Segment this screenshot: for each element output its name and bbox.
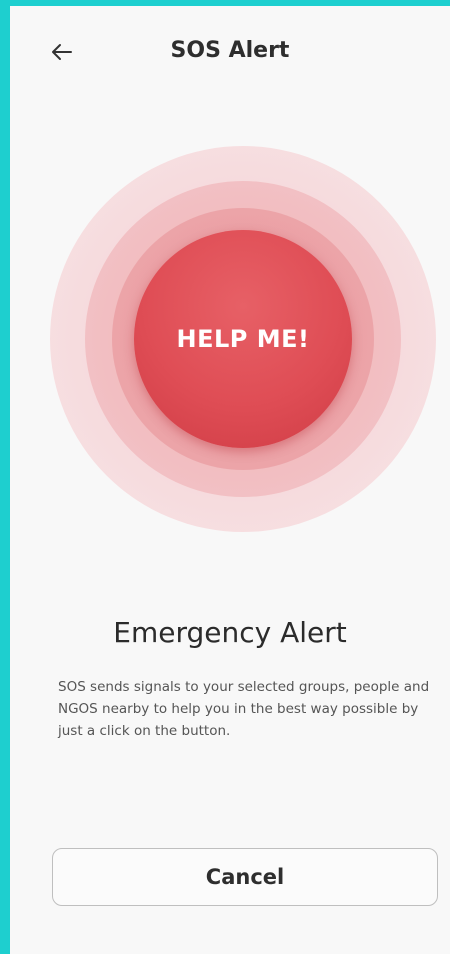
cancel-button[interactable]: Cancel bbox=[52, 848, 438, 906]
alert-description: SOS sends signals to your selected group… bbox=[58, 679, 430, 739]
cancel-label: Cancel bbox=[205, 865, 285, 889]
help-me-label: HELP ME! bbox=[176, 325, 310, 353]
sos-alert-screen: SOS Alert HELP ME! Emergency Alert SOS s… bbox=[10, 6, 450, 954]
alert-title: Emergency Alert bbox=[113, 616, 347, 649]
header: SOS Alert bbox=[10, 6, 450, 96]
page-title: SOS Alert bbox=[170, 38, 290, 63]
help-me-button[interactable]: HELP ME! bbox=[134, 230, 352, 448]
sos-pulse-area: HELP ME! bbox=[50, 146, 436, 532]
